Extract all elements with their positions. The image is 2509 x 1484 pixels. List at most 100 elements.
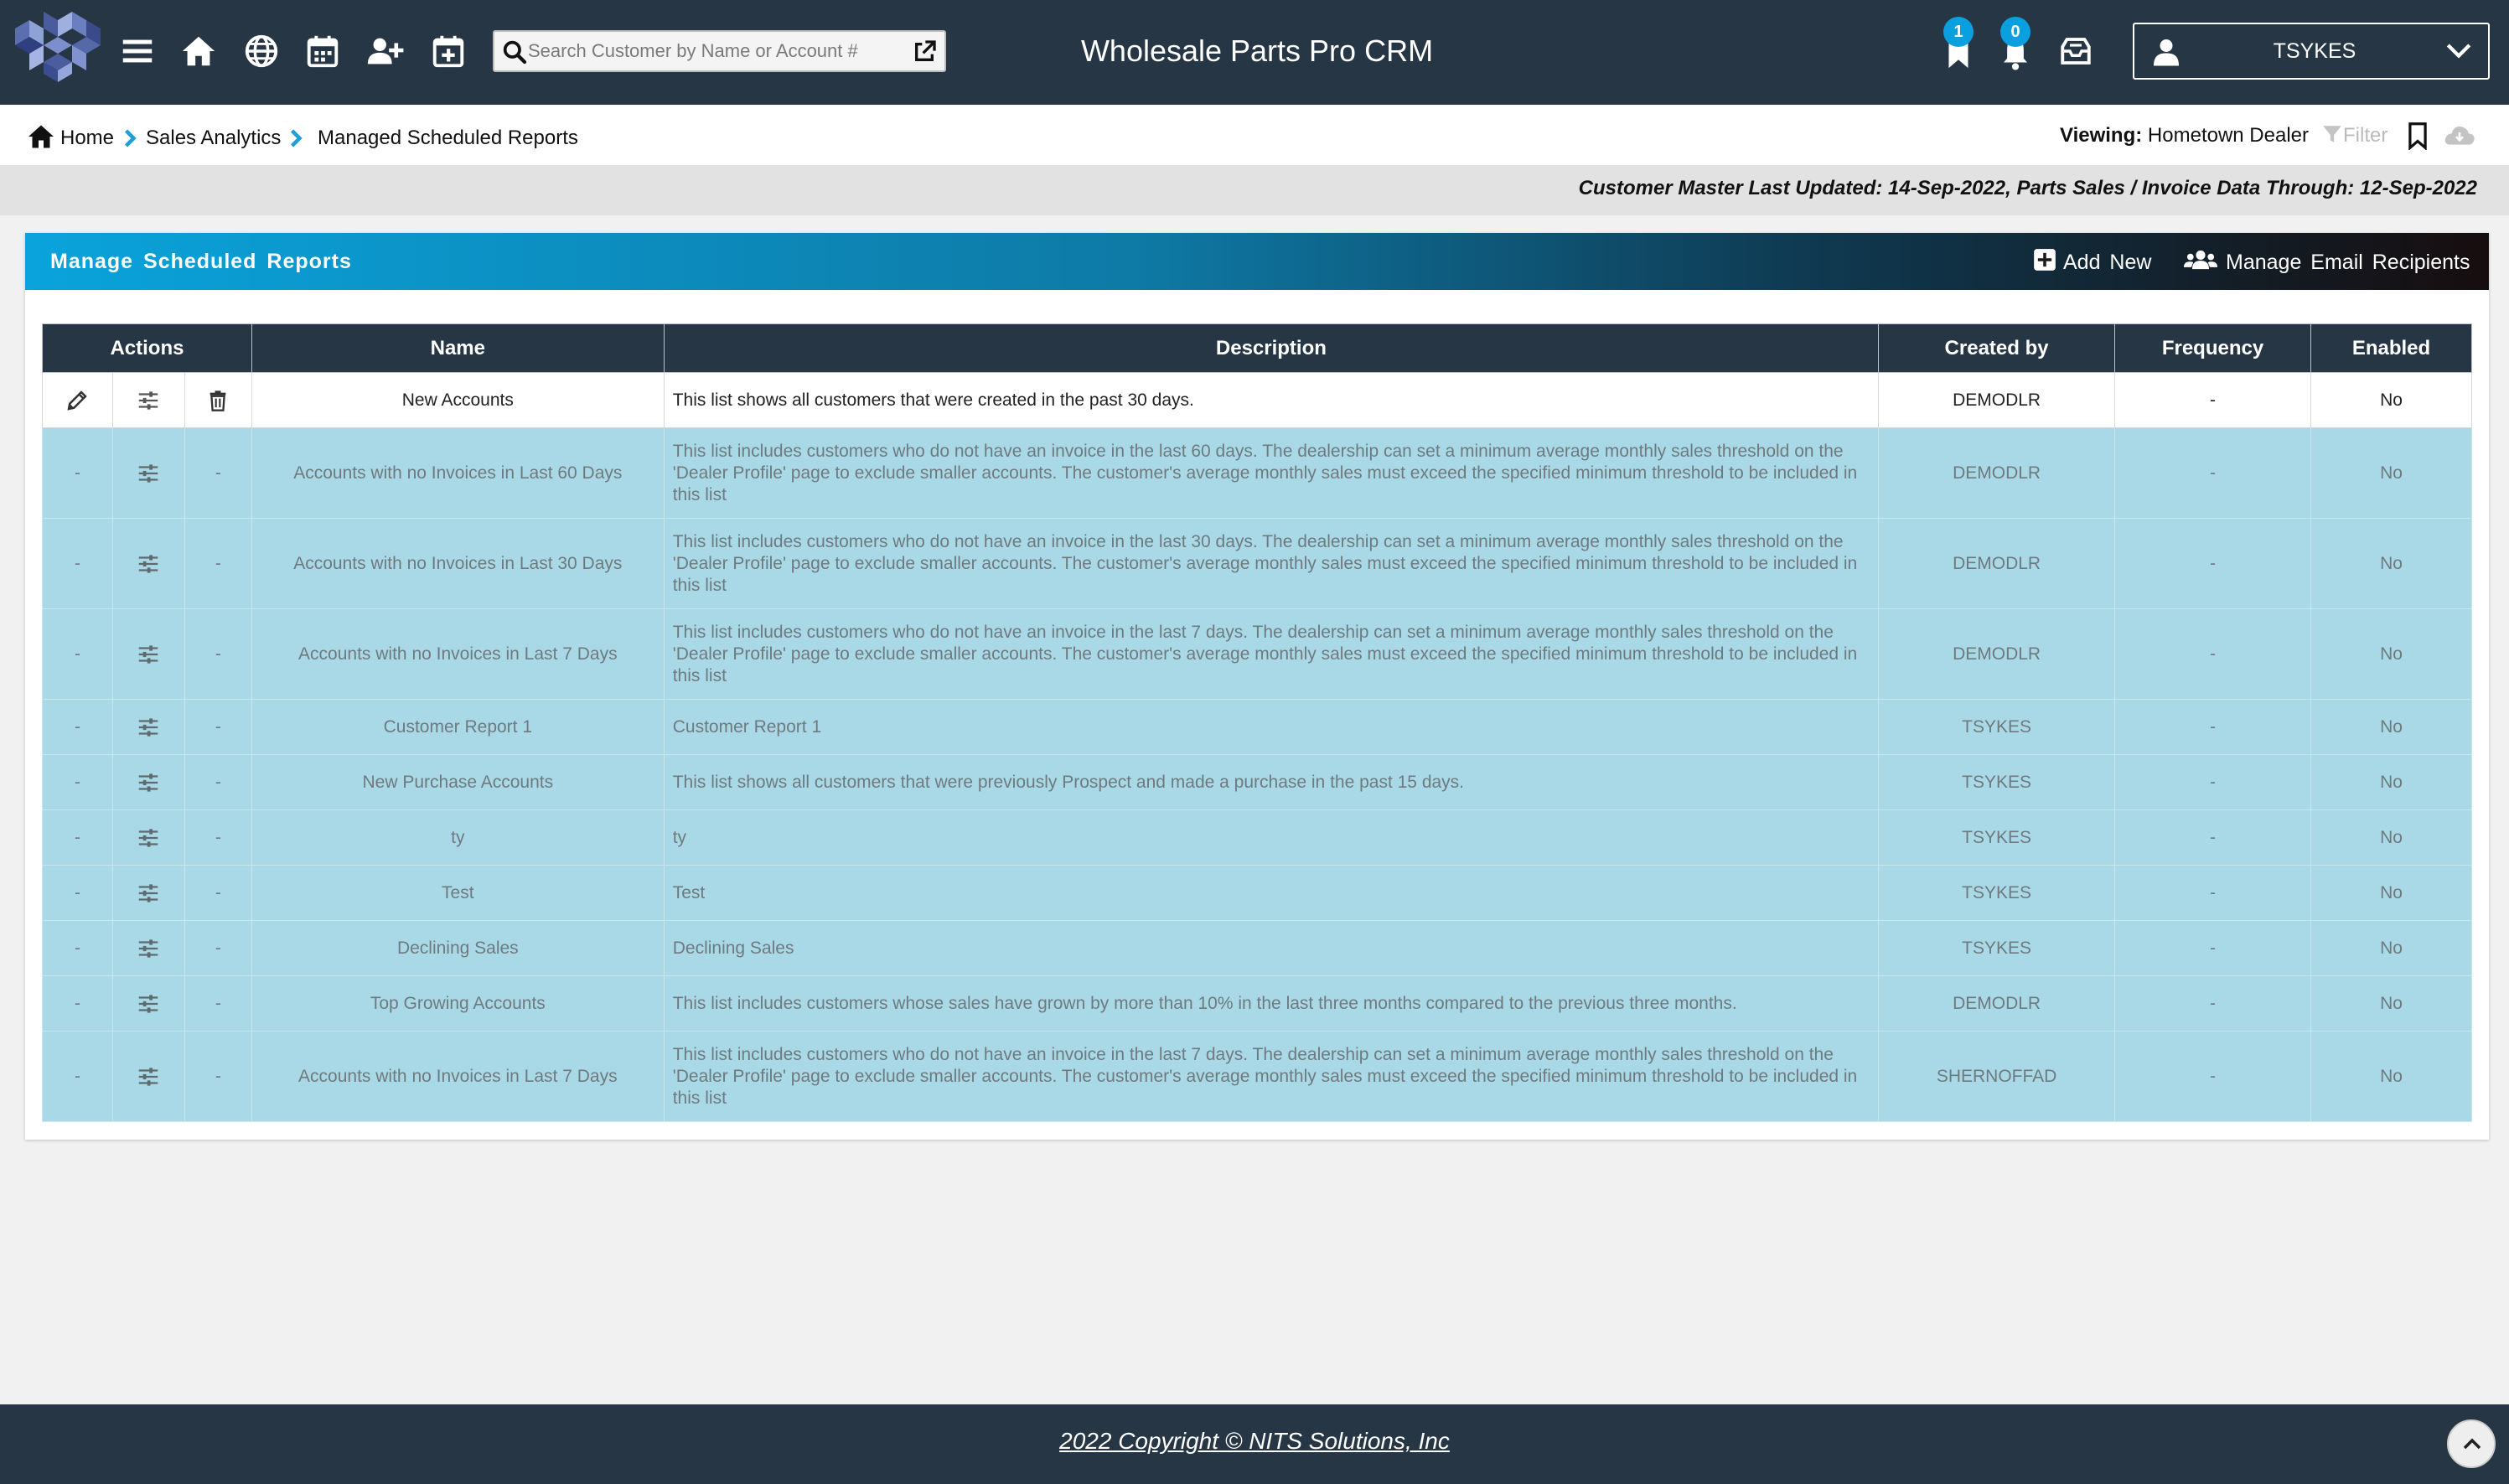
column-header-frequency[interactable]: Frequency: [2114, 323, 2311, 373]
search-icon[interactable]: [501, 39, 528, 65]
report-frequency: -: [2114, 372, 2311, 428]
notification-button[interactable]: 0: [1999, 17, 2032, 72]
search-input[interactable]: [528, 35, 897, 67]
report-created-by: DEMODLR: [1878, 975, 2116, 1032]
manage-email-recipients-button[interactable]: Manage Email Recipients: [2184, 233, 2477, 290]
settings-sliders-icon: [139, 773, 158, 792]
user-menu[interactable]: TSYKES: [2133, 23, 2490, 80]
panel-title: Manage Scheduled Reports: [50, 250, 352, 273]
delete-button[interactable]: [184, 372, 252, 428]
globe-icon[interactable]: [242, 32, 281, 70]
calendar-plus-icon[interactable]: [429, 32, 468, 70]
add-new-button[interactable]: Add New: [2033, 233, 2167, 290]
report-name: Top Growing Accounts: [251, 975, 665, 1032]
menu-icon[interactable]: [118, 32, 157, 70]
viewing-value: Hometown Dealer: [2147, 124, 2310, 147]
breadcrumb-sales-analytics[interactable]: Sales Analytics: [146, 105, 281, 172]
schedule-settings-button[interactable]: [111, 975, 185, 1032]
chevron-down-icon: [2446, 44, 2471, 59]
schedule-settings-button[interactable]: [111, 920, 185, 976]
schedule-settings-button[interactable]: [111, 427, 185, 519]
bookmark-outline-icon[interactable]: [2407, 122, 2429, 150]
report-description: This list includes customers who do not …: [663, 518, 1880, 609]
chevron-up-icon: [2463, 1438, 2481, 1450]
report-enabled: No: [2310, 975, 2473, 1032]
report-name: Accounts with no Invoices in Last 60 Day…: [251, 427, 665, 519]
column-header-created-by[interactable]: Created by: [1878, 323, 2116, 373]
users-icon: [2184, 250, 2217, 270]
report-name: ty: [251, 809, 665, 866]
app-title: Wholesale Parts Pro CRM: [1080, 34, 1434, 68]
report-description: ty: [663, 809, 1880, 866]
report-description: This list shows all customers that were …: [663, 754, 1880, 810]
delete-placeholder: -: [184, 608, 252, 700]
report-description: This list includes customers whose sales…: [663, 975, 1880, 1032]
table-row: - - New Purchase Accounts This list shows a…: [42, 754, 2473, 810]
report-description: This list includes customers who do not …: [663, 1031, 1880, 1122]
scroll-to-top-button[interactable]: [2447, 1419, 2496, 1468]
schedule-settings-button[interactable]: [111, 809, 185, 866]
report-frequency: -: [2114, 865, 2311, 921]
schedule-settings-button[interactable]: [111, 754, 185, 810]
schedule-settings-button[interactable]: [111, 608, 185, 700]
edit-button[interactable]: [42, 372, 113, 428]
report-enabled: No: [2310, 372, 2473, 428]
settings-sliders-icon: [139, 644, 158, 664]
schedule-settings-button[interactable]: [111, 372, 185, 428]
inbox-icon[interactable]: [2058, 34, 2093, 69]
edit-placeholder: -: [42, 1031, 113, 1122]
report-enabled: No: [2310, 754, 2473, 810]
bookmark-button[interactable]: 1: [1942, 17, 1975, 72]
report-enabled: No: [2310, 699, 2473, 755]
chevron-right-icon: [290, 129, 303, 147]
plus-square-icon: [2034, 249, 2056, 271]
add-user-icon[interactable]: [365, 32, 404, 70]
report-created-by: DEMODLR: [1878, 372, 2116, 428]
report-name: Customer Report 1: [251, 699, 665, 755]
table-row: - - Accounts with no Invoices in Last 30 D…: [42, 518, 2473, 609]
table-row: - - ty ty TSYKES - No: [42, 809, 2473, 866]
column-header-description[interactable]: Description: [663, 323, 1880, 373]
footer: 2022 Copyright © NITS Solutions, Inc: [0, 1404, 2509, 1484]
user-name: TSYKES: [2273, 39, 2356, 63]
schedule-settings-button[interactable]: [111, 1031, 185, 1122]
scheduled-reports-panel: Manage Scheduled Reports Add New Manage …: [25, 233, 2489, 1140]
breadcrumb-home[interactable]: Home: [60, 105, 114, 172]
schedule-settings-button[interactable]: [111, 518, 185, 609]
delete-placeholder: -: [184, 920, 252, 976]
report-enabled: No: [2310, 865, 2473, 921]
report-description: This list shows all customers that were …: [663, 372, 1880, 428]
report-created-by: TSYKES: [1878, 754, 2116, 810]
filter-button[interactable]: Filter: [2321, 122, 2387, 150]
report-frequency: -: [2114, 1031, 2311, 1122]
report-name: Test: [251, 865, 665, 921]
home-icon[interactable]: [179, 32, 218, 70]
calendar-icon[interactable]: [303, 32, 342, 70]
edit-placeholder: -: [42, 754, 113, 810]
settings-sliders-icon: [139, 883, 158, 902]
edit-placeholder: -: [42, 699, 113, 755]
add-new-label: Add New: [2063, 251, 2152, 274]
logo[interactable]: [15, 12, 102, 82]
column-header-enabled[interactable]: Enabled: [2310, 323, 2473, 373]
bookmark-count-badge: 1: [1943, 17, 1974, 47]
settings-sliders-icon: [139, 717, 158, 737]
table-row: - - Top Growing Accounts This list includes…: [42, 975, 2473, 1032]
external-link-icon[interactable]: [911, 39, 938, 65]
edit-placeholder: -: [42, 975, 113, 1032]
report-name: New Purchase Accounts: [251, 754, 665, 810]
report-enabled: No: [2310, 518, 2473, 609]
delete-placeholder: -: [184, 975, 252, 1032]
copyright-link[interactable]: 2022 Copyright © NITS Solutions, Inc: [0, 1428, 2509, 1455]
cloud-download-icon[interactable]: [2443, 122, 2476, 150]
delete-placeholder: -: [184, 754, 252, 810]
report-description: Declining Sales: [663, 920, 1880, 976]
schedule-settings-button[interactable]: [111, 699, 185, 755]
report-name: New Accounts: [251, 372, 665, 428]
data-update-banner: Customer Master Last Updated: 14-Sep-202…: [0, 165, 2509, 215]
schedule-settings-button[interactable]: [111, 865, 185, 921]
table-row: - - Accounts with no Invoices in Last 7 Da…: [42, 608, 2473, 700]
column-header-name[interactable]: Name: [251, 323, 665, 373]
home-icon[interactable]: [25, 122, 57, 152]
report-created-by: SHERNOFFAD: [1878, 1031, 2116, 1122]
